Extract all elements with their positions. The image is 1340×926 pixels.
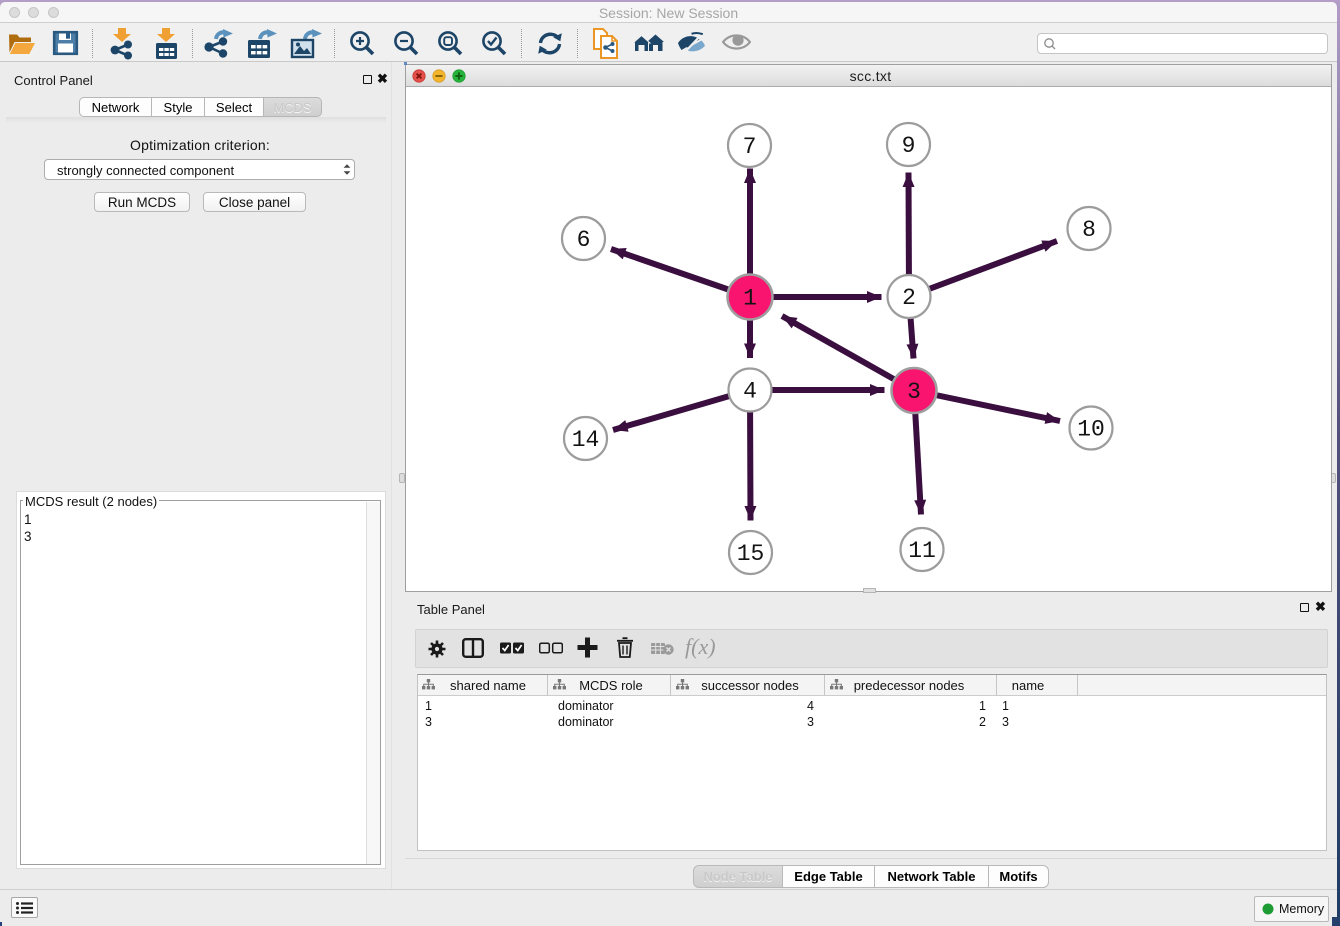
svg-text:1: 1 — [743, 286, 757, 312]
svg-text:4: 4 — [743, 379, 757, 405]
svg-text:7: 7 — [743, 134, 757, 160]
svg-text:10: 10 — [1077, 417, 1105, 443]
svg-text:6: 6 — [577, 227, 591, 253]
svg-text:14: 14 — [572, 427, 600, 453]
svg-text:2: 2 — [902, 285, 916, 311]
svg-text:11: 11 — [908, 538, 936, 564]
svg-text:15: 15 — [737, 541, 765, 567]
svg-text:8: 8 — [1082, 217, 1096, 243]
svg-text:9: 9 — [902, 133, 916, 159]
svg-text:3: 3 — [907, 379, 921, 405]
